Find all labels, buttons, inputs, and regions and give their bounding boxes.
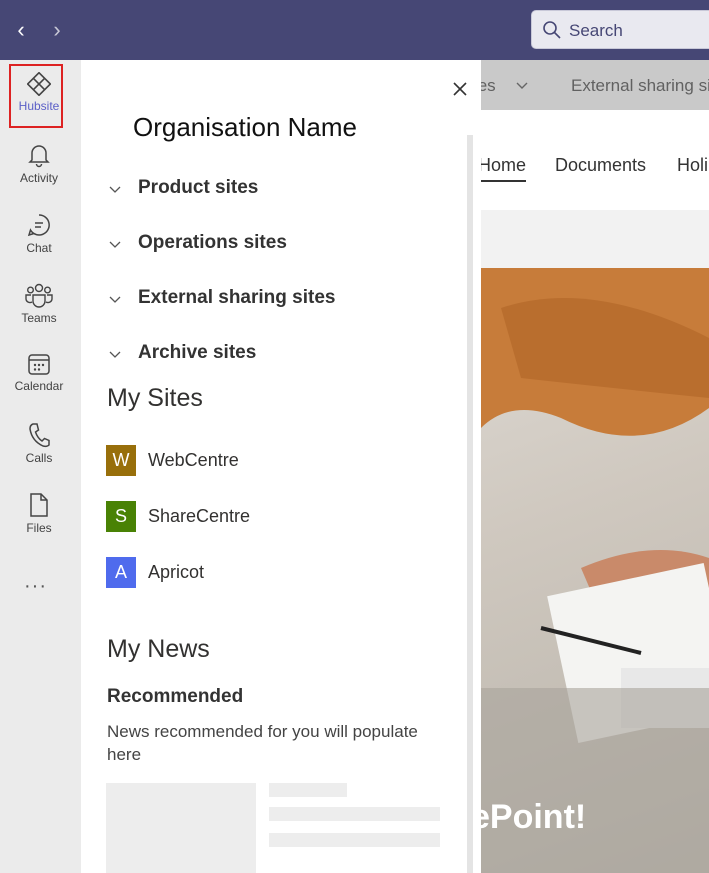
section-label: Operations sites — [138, 232, 287, 253]
rail-label-hubsite: Hubsite — [18, 99, 60, 113]
more-apps-button[interactable]: ··· — [24, 575, 47, 598]
hubsite-icon — [27, 72, 51, 96]
rail-label-chat: Chat — [26, 241, 52, 255]
chat-icon — [27, 214, 50, 237]
content-spacer — [481, 210, 709, 268]
section-label: Archive sites — [138, 342, 257, 363]
section-label: Product sites — [138, 177, 259, 198]
site-name: Apricot — [148, 562, 205, 582]
chevron-down-icon — [109, 186, 121, 193]
chevron-down-icon — [109, 241, 121, 248]
news-text-placeholder — [269, 807, 440, 821]
chevron-down-icon — [109, 296, 121, 303]
nav-home[interactable]: Home — [481, 155, 527, 182]
rail-item-calendar[interactable]: Calendar — [0, 352, 78, 414]
rail-item-hubsite[interactable]: Hubsite — [0, 72, 78, 134]
my-sites-heading: My Sites — [107, 384, 203, 412]
section-label: External sharing sites — [138, 287, 336, 308]
chevron-down-icon — [516, 82, 528, 89]
recommended-description: News recommended for you will populate h… — [107, 722, 418, 764]
rail-item-calls[interactable]: Calls — [0, 422, 78, 484]
search-icon — [543, 21, 561, 39]
rail-label-calls: Calls — [25, 451, 53, 465]
hero-illustration — [481, 268, 709, 873]
organisation-name: Organisation Name — [133, 112, 357, 142]
rail-label-files: Files — [26, 521, 52, 535]
channel-tabs-bar: tes External sharing si — [481, 60, 709, 110]
rail-item-teams[interactable]: Teams — [0, 282, 78, 344]
hero-title: ePoint! — [481, 798, 587, 836]
rail-label-teams: Teams — [21, 311, 57, 325]
site-name: ShareCentre — [148, 506, 251, 526]
site-avatar: S — [106, 501, 136, 532]
news-text-placeholder — [269, 833, 440, 847]
news-text-placeholder — [269, 783, 347, 797]
rail-item-activity[interactable]: Activity — [0, 142, 78, 204]
site-name: WebCentre — [148, 450, 239, 470]
tab-external-sharing[interactable]: External sharing si — [571, 76, 709, 96]
chevron-left-icon: ‹ — [17, 17, 25, 42]
rail-label-activity: Activity — [19, 171, 58, 185]
phone-icon — [29, 423, 50, 448]
rail-label-calendar: Calendar — [14, 379, 64, 393]
hubsite-panel: Organisation Name Product sites Operatio… — [81, 60, 481, 873]
back-button[interactable]: ‹ — [9, 17, 33, 43]
news-thumbnail-placeholder — [106, 783, 256, 873]
rail-item-files[interactable]: Files — [0, 492, 78, 554]
rail-item-chat[interactable]: Chat — [0, 212, 78, 274]
search-input[interactable]: Search — [531, 10, 709, 49]
scrollbar[interactable] — [467, 135, 473, 873]
search-placeholder: Search — [569, 21, 623, 40]
tab-partial[interactable]: tes — [481, 76, 496, 96]
app-rail: Hubsite Activity Chat Teams Calendar Cal… — [0, 60, 81, 873]
background-content: tes External sharing si Home Documents H… — [481, 60, 709, 873]
forward-button[interactable]: › — [45, 17, 69, 43]
site-avatar: A — [106, 557, 136, 588]
nav-holidays[interactable]: Holi — [677, 155, 708, 176]
my-news-heading: My News — [107, 635, 210, 663]
site-nav: Home Documents Holi — [481, 110, 709, 210]
chevron-down-icon — [109, 351, 121, 358]
hero-image: ePoint! — [481, 268, 709, 873]
calendar-icon — [28, 354, 50, 375]
nav-documents[interactable]: Documents — [555, 155, 646, 176]
top-bar: ‹ › Search — [0, 0, 709, 60]
teams-icon — [25, 283, 53, 308]
bell-icon — [28, 145, 50, 168]
site-avatar: W — [106, 445, 136, 476]
file-icon — [30, 493, 48, 517]
chevron-right-icon: › — [53, 17, 61, 42]
recommended-label: Recommended — [107, 686, 244, 707]
close-icon[interactable] — [451, 80, 469, 98]
